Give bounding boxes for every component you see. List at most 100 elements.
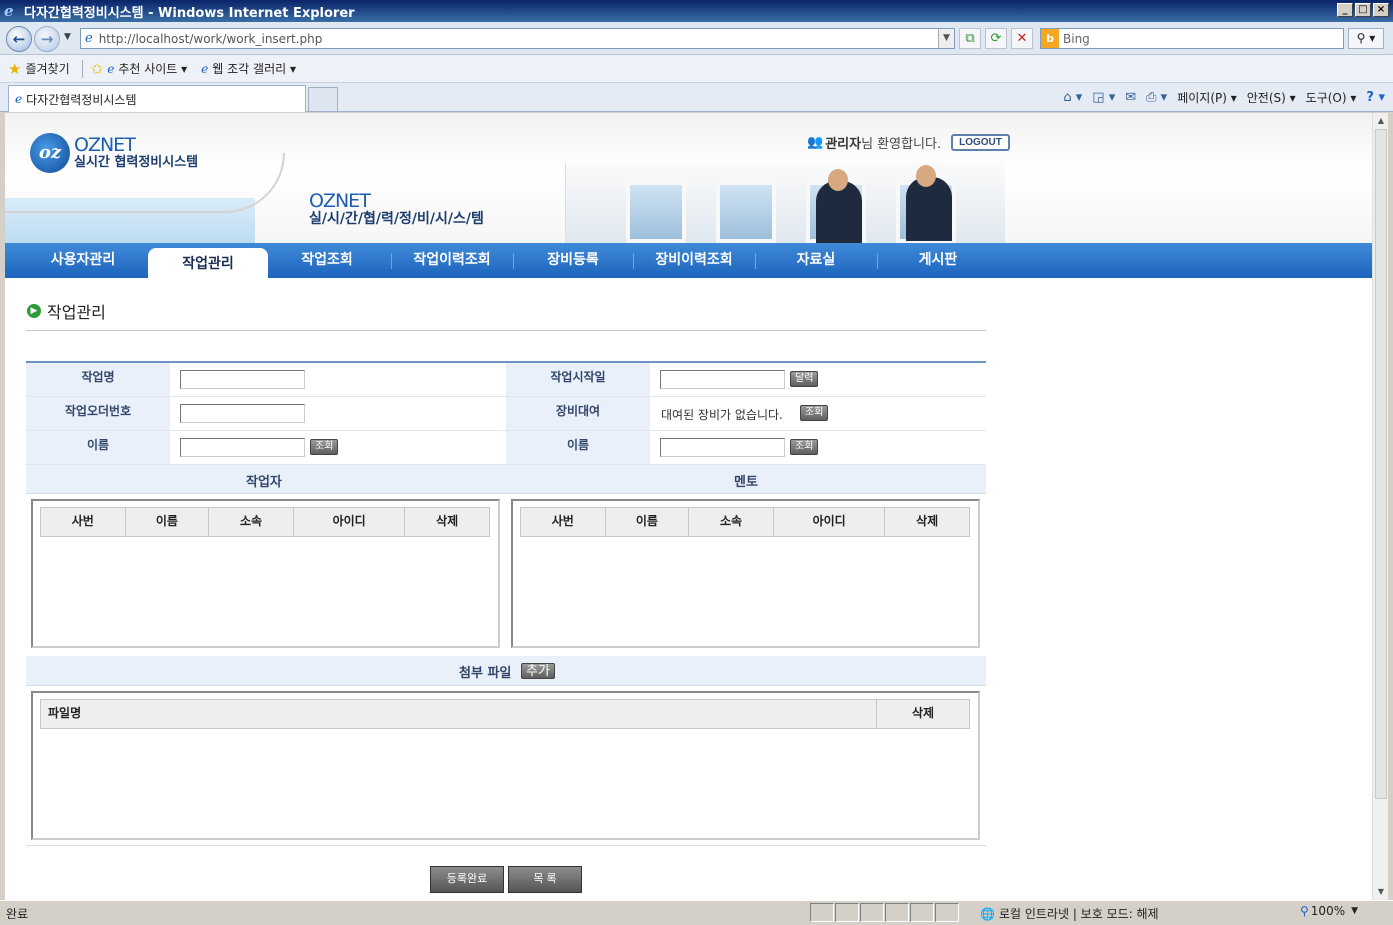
print-icon[interactable]: ⎙ ▾ <box>1146 90 1167 105</box>
tools-menu[interactable]: 도구(O) ▾ <box>1306 89 1357 106</box>
slogan-kr: 실/시/간/협/력/정/비/시/스/템 <box>309 210 484 227</box>
window-decoration <box>716 181 776 243</box>
favorites-star-icon[interactable]: ★ <box>8 60 21 78</box>
close-window-button[interactable]: × <box>1373 3 1389 17</box>
nav-item-work-management[interactable]: 작업관리 <box>148 248 268 278</box>
welcome-text: 님 환영합니다. <box>861 137 942 152</box>
compat-view-icon[interactable]: ⧉ <box>959 28 981 49</box>
divider <box>26 330 986 331</box>
form-row: 작업오더번호 장비대여 대여된 장비가 없습니다. 조회 <box>26 397 986 431</box>
search-field[interactable]: b Bing <box>1040 28 1344 49</box>
column-header[interactable]: 파일명 <box>41 700 877 728</box>
nav-item-work-history[interactable]: 작업이력조회 <box>391 243 513 278</box>
nav-item-board[interactable]: 게시판 <box>877 243 999 278</box>
worker-lookup-button[interactable]: 조회 <box>310 439 339 455</box>
workers-title: 작업자 <box>246 475 282 490</box>
work-name-input[interactable] <box>180 370 305 389</box>
work-form: 작업명 작업시작일 달력 작업오더번호 장비대여 대여된 장비가 없습니다. 조… <box>26 361 986 846</box>
stop-icon[interactable]: ✕ <box>1011 28 1033 49</box>
column-header[interactable]: 사번 <box>41 508 126 536</box>
nav-item-archive[interactable]: 자료실 <box>755 243 877 278</box>
ie-logo-icon: e <box>4 2 14 20</box>
history-dropdown-icon[interactable]: ▼ <box>64 32 71 42</box>
form-row: 이름 조회 이름 조회 <box>26 431 986 465</box>
page-icon: e <box>15 92 23 106</box>
forward-button[interactable]: → <box>34 26 60 52</box>
safety-menu[interactable]: 안전(S) ▾ <box>1247 89 1296 106</box>
minimize-button[interactable]: _ <box>1337 3 1353 17</box>
address-toolbar: ← → ▼ e http://localhost/work/work_inser… <box>0 22 1393 55</box>
address-field[interactable]: e http://localhost/work/work_insert.php … <box>80 28 955 49</box>
add-attachment-button[interactable]: 추가 <box>521 663 555 679</box>
add-favorite-icon[interactable]: ✩ <box>91 60 104 78</box>
column-header[interactable]: 삭제 <box>405 508 489 536</box>
fav-item-web-slice-gallery[interactable]: e웹 조각 갤러리 ▾ <box>201 60 296 77</box>
help-icon[interactable]: ? ▾ <box>1366 90 1385 105</box>
nav-item-work-search[interactable]: 작업조회 <box>271 243 383 278</box>
column-header[interactable]: 소속 <box>209 508 294 536</box>
home-icon[interactable]: ⌂ ▾ <box>1063 90 1082 105</box>
favorites-button[interactable]: 즐겨찾기 <box>25 60 69 77</box>
page-title: ▶ 작업관리 <box>27 299 106 323</box>
order-no-input[interactable] <box>180 404 305 423</box>
mail-icon[interactable]: ✉ <box>1125 90 1136 105</box>
column-header[interactable]: 삭제 <box>877 700 969 728</box>
mentor-name-label: 이름 <box>506 431 650 464</box>
column-header[interactable]: 이름 <box>606 508 690 536</box>
status-cell <box>910 903 934 922</box>
zoom-control[interactable]: ⚲ 100% ▼ <box>1300 904 1358 918</box>
vertical-scrollbar[interactable]: ▲ ▼ <box>1372 113 1388 900</box>
nav-item-user-management[interactable]: 사용자관리 <box>27 243 139 278</box>
equipment-lookup-button[interactable]: 조회 <box>800 405 829 421</box>
start-date-input[interactable] <box>660 370 785 389</box>
user-name: 관리자 <box>825 137 862 152</box>
nav-item-equipment-history[interactable]: 장비이력조회 <box>633 243 755 278</box>
mentor-name-input[interactable] <box>660 438 785 457</box>
submit-button[interactable]: 등록완료 <box>430 866 504 893</box>
scroll-thumb[interactable] <box>1375 129 1387 799</box>
workers-grid-header: 사번 이름 소속 아이디 삭제 <box>40 507 490 537</box>
zoom-dropdown-icon[interactable]: ▼ <box>1351 906 1358 916</box>
scroll-down-icon[interactable]: ▼ <box>1373 884 1389 900</box>
status-cell <box>835 903 859 922</box>
site-logo[interactable]: oz OZNET 실시간 협력정비시스템 <box>30 133 198 173</box>
start-date-label: 작업시작일 <box>506 363 650 396</box>
refresh-icon[interactable]: ⟳ <box>985 28 1007 49</box>
window-title: 다자간협력정비시스템 - Windows Internet Explorer <box>24 5 355 21</box>
workers-grid: 사번 이름 소속 아이디 삭제 <box>31 499 500 648</box>
logo-en: OZNET <box>74 133 136 156</box>
column-header[interactable]: 아이디 <box>774 508 886 536</box>
maximize-button[interactable]: □ <box>1355 3 1371 17</box>
browser-tab[interactable]: e 다자간협력정비시스템 <box>8 85 306 112</box>
users-icon: 👥 <box>807 135 824 150</box>
scroll-up-icon[interactable]: ▲ <box>1373 113 1389 129</box>
main-nav: 사용자관리 작업관리 작업조회 작업이력조회 장비등록 장비이력조회 자료실 게… <box>5 243 1372 278</box>
column-header[interactable]: 소속 <box>689 508 774 536</box>
nav-item-equipment-register[interactable]: 장비등록 <box>513 243 633 278</box>
column-header[interactable]: 사번 <box>521 508 606 536</box>
security-zone[interactable]: 🌐 로컬 인트라넷 | 보호 모드: 해제 <box>980 904 1159 923</box>
page-icon: e <box>201 61 209 76</box>
new-tab-button[interactable] <box>308 87 338 112</box>
back-button[interactable]: ← <box>6 26 32 52</box>
feeds-icon[interactable]: ◲ ▾ <box>1092 90 1115 105</box>
logout-button[interactable]: LOGOUT <box>951 134 1010 151</box>
column-header[interactable]: 아이디 <box>294 508 406 536</box>
address-url: http://localhost/work/work_insert.php <box>98 31 323 46</box>
logo-kr: 실시간 협력정비시스템 <box>74 155 199 171</box>
worker-name-input[interactable] <box>180 438 305 457</box>
fav-item-suggested-sites[interactable]: e 추천 사이트 ▾ <box>107 60 187 77</box>
column-header[interactable]: 삭제 <box>885 508 969 536</box>
tab-title: 다자간협력정비시스템 <box>26 92 137 107</box>
page-menu[interactable]: 페이지(P) ▾ <box>1177 89 1237 106</box>
page-viewport: oz OZNET 실시간 협력정비시스템 OZNET 실/시/간/협/력/정/비… <box>5 113 1372 900</box>
column-header[interactable]: 이름 <box>126 508 210 536</box>
list-button[interactable]: 목 록 <box>508 866 582 893</box>
search-placeholder: Bing <box>1063 31 1090 46</box>
calendar-button[interactable]: 달력 <box>790 371 819 387</box>
search-button[interactable]: ⚲ ▾ <box>1348 28 1384 49</box>
window-decoration <box>626 181 686 243</box>
address-dropdown-icon[interactable]: ▼ <box>938 29 954 48</box>
mentor-lookup-button[interactable]: 조회 <box>790 439 819 455</box>
attachments-area: 파일명 삭제 <box>26 686 986 846</box>
